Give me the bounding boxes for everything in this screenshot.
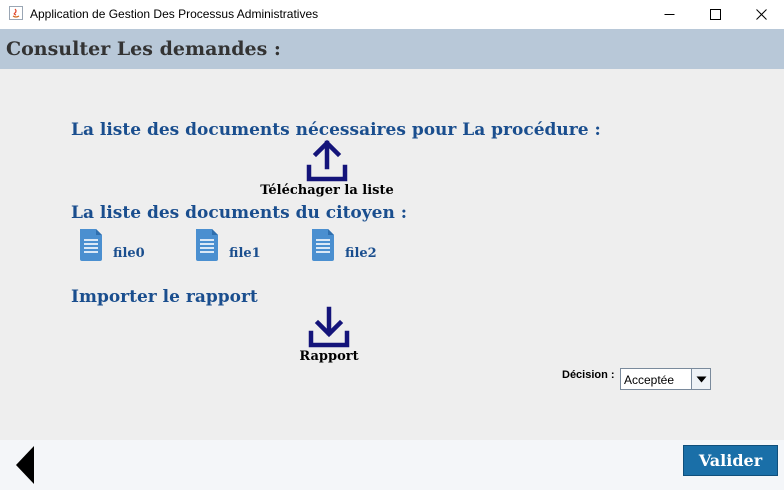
- file-name: file1: [229, 246, 261, 261]
- footer-band: [0, 440, 784, 490]
- citizen-documents-heading: La liste des documents du citoyen :: [71, 203, 408, 223]
- decision-selected-value: Acceptée: [624, 373, 675, 387]
- decision-label: Décision :: [562, 369, 615, 381]
- validate-button-label: Valider: [698, 451, 763, 470]
- maximize-icon: [709, 9, 721, 20]
- upload-icon: [306, 139, 348, 182]
- file-item-1[interactable]: file1: [193, 228, 261, 262]
- page-title: Consulter Les demandes :: [6, 38, 281, 60]
- file-name: file0: [113, 246, 145, 261]
- validate-button[interactable]: Valider: [683, 445, 778, 476]
- maximize-button[interactable]: [692, 0, 738, 29]
- procedure-documents-heading: La liste des documents nécessaires pour …: [71, 120, 601, 140]
- minimize-icon: [664, 14, 674, 15]
- decision-dropdown-button[interactable]: [691, 369, 710, 389]
- report-label: Rapport: [299, 349, 359, 364]
- close-button[interactable]: [738, 0, 784, 29]
- file-item-0[interactable]: file0: [77, 228, 145, 262]
- file-name: file2: [345, 246, 377, 261]
- java-app-icon: [9, 6, 23, 20]
- download-list-button[interactable]: Téléchager la liste: [260, 139, 394, 198]
- decision-select[interactable]: Acceptée: [620, 368, 711, 390]
- back-arrow-icon[interactable]: [12, 444, 38, 486]
- document-icon: [196, 229, 218, 261]
- report-import-button[interactable]: Rapport: [290, 305, 368, 364]
- close-icon: [755, 9, 767, 20]
- download-list-label: Téléchager la liste: [260, 183, 394, 198]
- report-heading: Importer le rapport: [71, 287, 258, 307]
- app-window: Application de Gestion Des Processus Adm…: [0, 0, 784, 490]
- title-bar: Application de Gestion Des Processus Adm…: [0, 0, 784, 29]
- file-item-2[interactable]: file2: [309, 228, 377, 262]
- document-icon: [80, 229, 102, 261]
- document-icon: [312, 229, 334, 261]
- chevron-down-icon: [696, 376, 706, 382]
- download-icon: [308, 306, 350, 348]
- minimize-button[interactable]: [646, 0, 692, 29]
- window-title: Application de Gestion Des Processus Adm…: [30, 7, 319, 21]
